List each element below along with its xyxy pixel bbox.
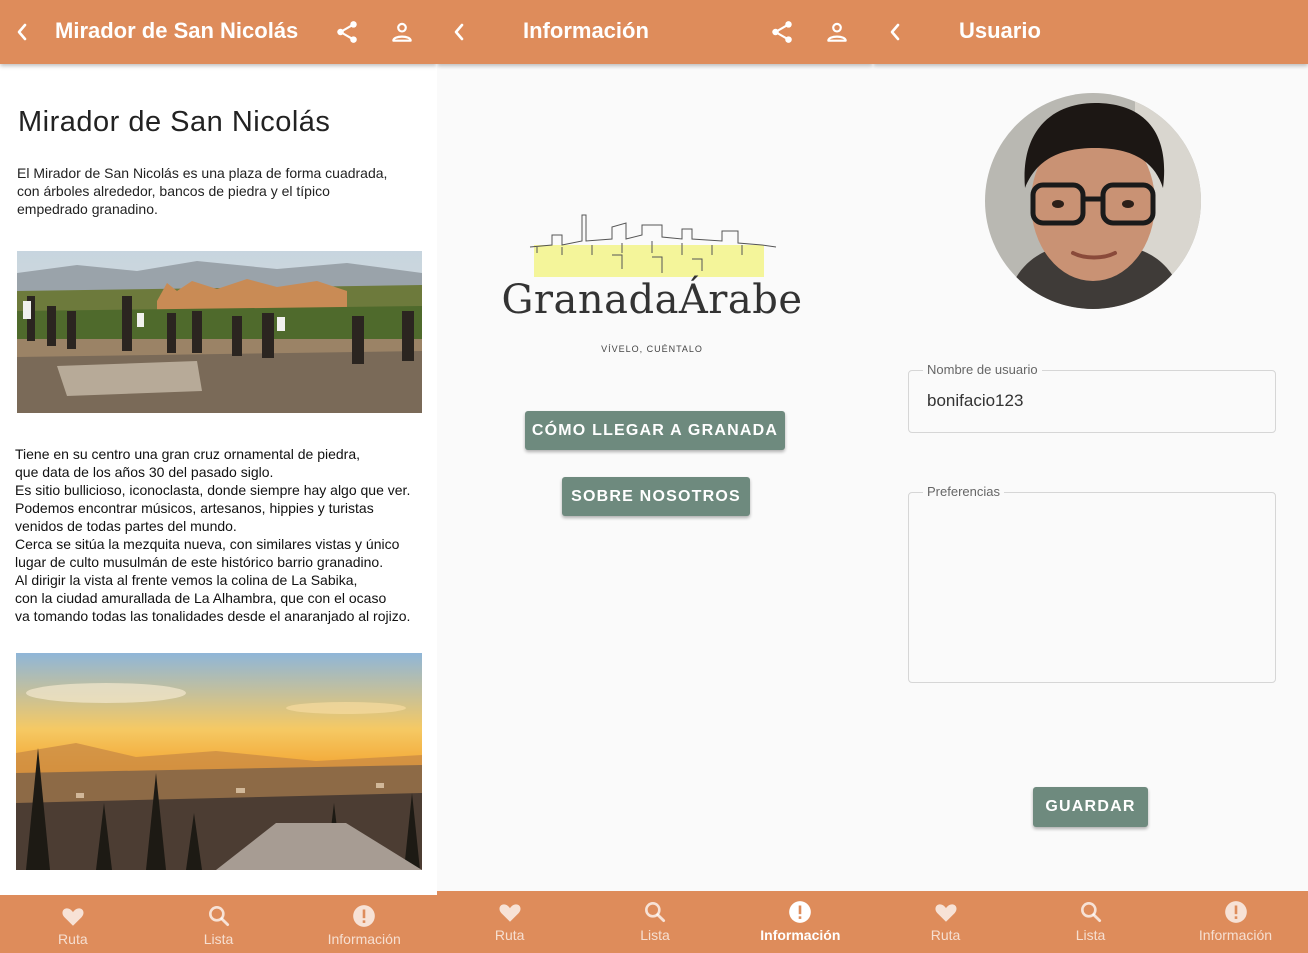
nav-ruta[interactable]: Ruta [873, 891, 1018, 953]
nav-label-informacion: Información [327, 931, 401, 947]
nav-label-lista: Lista [640, 927, 670, 943]
search-icon [1080, 902, 1101, 923]
nav-label-ruta: Ruta [494, 927, 525, 943]
chevron-left-icon[interactable] [883, 20, 907, 44]
nav-label-ruta: Ruta [58, 931, 88, 947]
username-label: Nombre de usuario [923, 362, 1042, 377]
nav-label-ruta: Ruta [930, 927, 961, 943]
nav-label-lista: Lista [203, 931, 234, 947]
mirador-crowd-photo [17, 251, 422, 413]
nav-lista[interactable]: Lista [1018, 891, 1163, 953]
logo-wordmark: GranadaÁrabe [501, 277, 803, 323]
place-heading: Mirador de San Nicolás [18, 106, 331, 138]
screen-informacion: Información GranadaÁrabe VÍVELO, CUÉNTAL… [437, 0, 873, 953]
place-intro-text: El Mirador de San Nicolás es una plaza d… [17, 165, 388, 217]
heart-icon [934, 904, 957, 922]
nav-label-informacion: Información [1198, 927, 1273, 943]
logo-tagline: VÍVELO, CUÉNTALO [601, 344, 703, 354]
save-button[interactable]: GUARDAR [1033, 787, 1148, 827]
page-title: Información [523, 18, 649, 43]
heart-icon [62, 908, 84, 926]
username-input[interactable]: bonifacio123 [927, 391, 1023, 411]
avatar [985, 93, 1201, 309]
app-bar: Usuario [873, 0, 1308, 64]
como-llegar-button[interactable]: CÓMO LLEGAR A GRANADA [525, 411, 785, 450]
bottom-navigation: Ruta Lista Información [437, 891, 873, 953]
chevron-left-icon[interactable] [447, 20, 471, 44]
nav-label-lista: Lista [1075, 927, 1106, 943]
nav-label-informacion: Información [760, 927, 841, 943]
share-icon[interactable] [334, 19, 360, 45]
app-bar: Información [437, 0, 873, 64]
preferences-label: Preferencias [923, 484, 1004, 499]
screen-usuario: Usuario Nombre de usuario bonifacio123 P… [873, 0, 1308, 953]
info-alert-icon [1224, 901, 1247, 923]
place-description-text: Tiene en su centro una gran cruz ornamen… [15, 446, 411, 624]
search-icon [208, 906, 229, 927]
person-outline-icon[interactable] [824, 19, 850, 45]
share-icon[interactable] [769, 19, 795, 45]
nav-informacion[interactable]: Información [728, 891, 873, 953]
nav-informacion[interactable]: Información [1163, 891, 1308, 953]
info-alert-icon [789, 901, 812, 923]
granada-arabe-logo: GranadaÁrabe VÍVELO, CUÉNTALO [492, 205, 812, 360]
alhambra-sunset-photo [16, 653, 422, 870]
screen-mirador-detail: Mirador de San Nicolás Mirador de San Ni… [0, 0, 437, 953]
search-icon [645, 902, 666, 923]
nav-lista[interactable]: Lista [146, 895, 292, 953]
person-outline-icon[interactable] [389, 19, 415, 45]
nav-ruta[interactable]: Ruta [0, 895, 146, 953]
info-alert-icon [353, 905, 376, 927]
page-title: Mirador de San Nicolás [55, 18, 299, 43]
heart-icon [499, 904, 521, 922]
username-field[interactable]: Nombre de usuario bonifacio123 [908, 362, 1276, 433]
page-title: Usuario [959, 18, 1041, 43]
screens: Mirador de San Nicolás Mirador de San Ni… [0, 0, 1308, 953]
chevron-left-icon[interactable] [10, 20, 34, 44]
sobre-nosotros-button[interactable]: SOBRE NOSOTROS [562, 477, 750, 516]
bottom-navigation: Ruta Lista Información [0, 895, 437, 953]
nav-ruta[interactable]: Ruta [437, 891, 582, 953]
bottom-navigation: Ruta Lista Información [873, 891, 1308, 953]
preferences-field[interactable]: Preferencias [908, 484, 1276, 683]
nav-informacion[interactable]: Información [291, 895, 437, 953]
nav-lista[interactable]: Lista [582, 891, 727, 953]
app-bar: Mirador de San Nicolás [0, 0, 437, 64]
